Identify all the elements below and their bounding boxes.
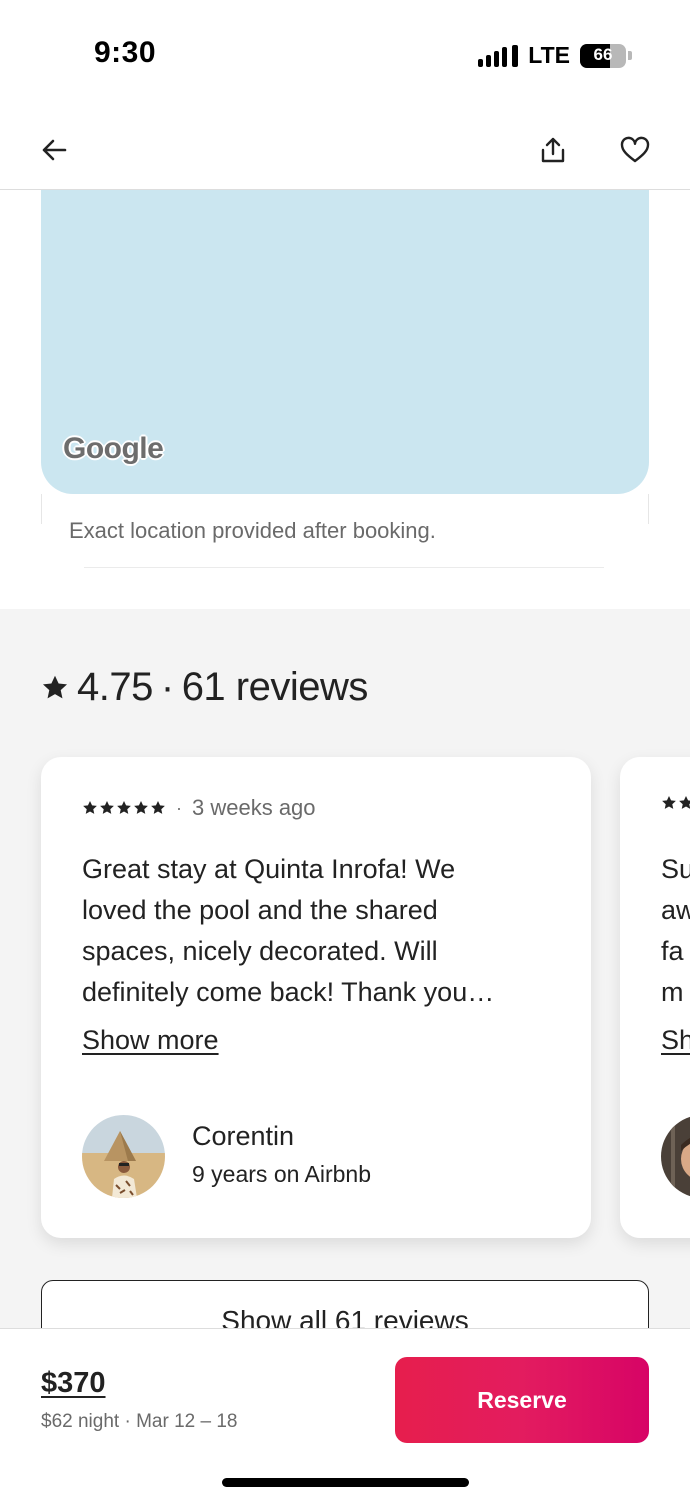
booking-bar: $370 $62 night · Mar 12 – 18 Reserve — [0, 1328, 690, 1500]
avatar[interactable] — [661, 1115, 690, 1198]
battery-cap — [628, 51, 632, 60]
status-time: 9:30 — [94, 36, 157, 69]
rating-separator: · — [160, 665, 174, 709]
avatar-photo — [661, 1115, 690, 1198]
map-border-left — [41, 494, 42, 524]
review-text-line: Great stay at Quinta Inrofa! We — [82, 854, 456, 884]
show-more-link[interactable]: Sh — [661, 1025, 690, 1056]
star-icon — [151, 801, 165, 814]
star-icon — [117, 801, 131, 814]
save-button[interactable] — [613, 128, 657, 172]
google-attribution: Google — [63, 432, 164, 465]
heart-icon — [620, 136, 650, 163]
show-more-link[interactable]: Show more — [82, 1025, 219, 1056]
map-border-right — [648, 494, 649, 524]
review-meta: · 3 weeks ago — [82, 795, 316, 821]
review-date: 3 weeks ago — [192, 795, 316, 820]
star-icon — [100, 801, 114, 814]
signal-strength-icon — [478, 44, 519, 67]
review-meta — [661, 795, 690, 811]
review-card[interactable]: Su aw fa m Sh — [620, 757, 690, 1238]
review-text-line: aw — [661, 895, 690, 925]
show-all-reviews-button[interactable]: Show all 61 reviews — [41, 1280, 649, 1329]
review-text-line: fa — [661, 936, 684, 966]
meta-separator: · — [176, 797, 182, 818]
location-note: Exact location provided after booking. — [69, 518, 436, 543]
review-stars — [661, 795, 690, 811]
star-icon — [679, 796, 690, 809]
show-all-reviews-label: Show all 61 reviews — [221, 1305, 469, 1329]
battery-percent: 66 — [593, 44, 613, 64]
review-text-line: loved the pool and the shared — [82, 895, 438, 925]
review-text-line: definitely come back! Thank you… — [82, 977, 495, 1007]
review-text-line: Su — [661, 854, 690, 884]
star-icon — [134, 801, 148, 814]
reviewer-name: Corentin — [192, 1121, 295, 1151]
review-stars — [82, 800, 166, 816]
reviews-heading: 4.75 · 61 reviews — [41, 665, 368, 710]
reviewer-tenure: 9 years on Airbnb — [192, 1161, 372, 1187]
review-text: Great stay at Quinta Inrofa! We loved th… — [82, 849, 552, 1013]
status-indicators: LTE 66 — [478, 42, 632, 69]
star-icon — [83, 801, 97, 814]
rating-value: 4.75 — [77, 665, 153, 709]
review-text: Su aw fa m — [661, 849, 690, 1013]
share-button[interactable] — [531, 128, 575, 172]
back-arrow-icon — [42, 139, 67, 161]
battery-icon: 66 — [580, 43, 626, 68]
share-icon — [541, 137, 565, 163]
avatar-photo — [82, 1115, 165, 1198]
home-indicator — [222, 1478, 469, 1487]
review-text-line: m — [661, 977, 684, 1007]
review-card[interactable]: · 3 weeks ago Great stay at Quinta Inrof… — [41, 757, 591, 1238]
reviews-section: 4.75 · 61 reviews · 3 weeks ago Great st… — [0, 609, 690, 1329]
network-type: LTE — [528, 42, 570, 68]
location-map[interactable]: Google — [41, 190, 649, 494]
total-price[interactable]: $370 — [41, 1367, 106, 1400]
listing-header — [0, 110, 690, 190]
price-detail: $62 night · Mar 12 – 18 — [41, 1411, 238, 1432]
star-icon — [662, 796, 676, 809]
divider — [84, 567, 604, 568]
back-button[interactable] — [32, 128, 76, 172]
review-count: 61 reviews — [181, 665, 369, 709]
reserve-button[interactable]: Reserve — [395, 1357, 649, 1443]
status-bar: 9:30 LTE 66 — [0, 0, 690, 110]
review-text-line: spaces, nicely decorated. Will — [82, 936, 438, 966]
avatar[interactable] — [82, 1115, 165, 1198]
star-icon — [42, 675, 68, 698]
